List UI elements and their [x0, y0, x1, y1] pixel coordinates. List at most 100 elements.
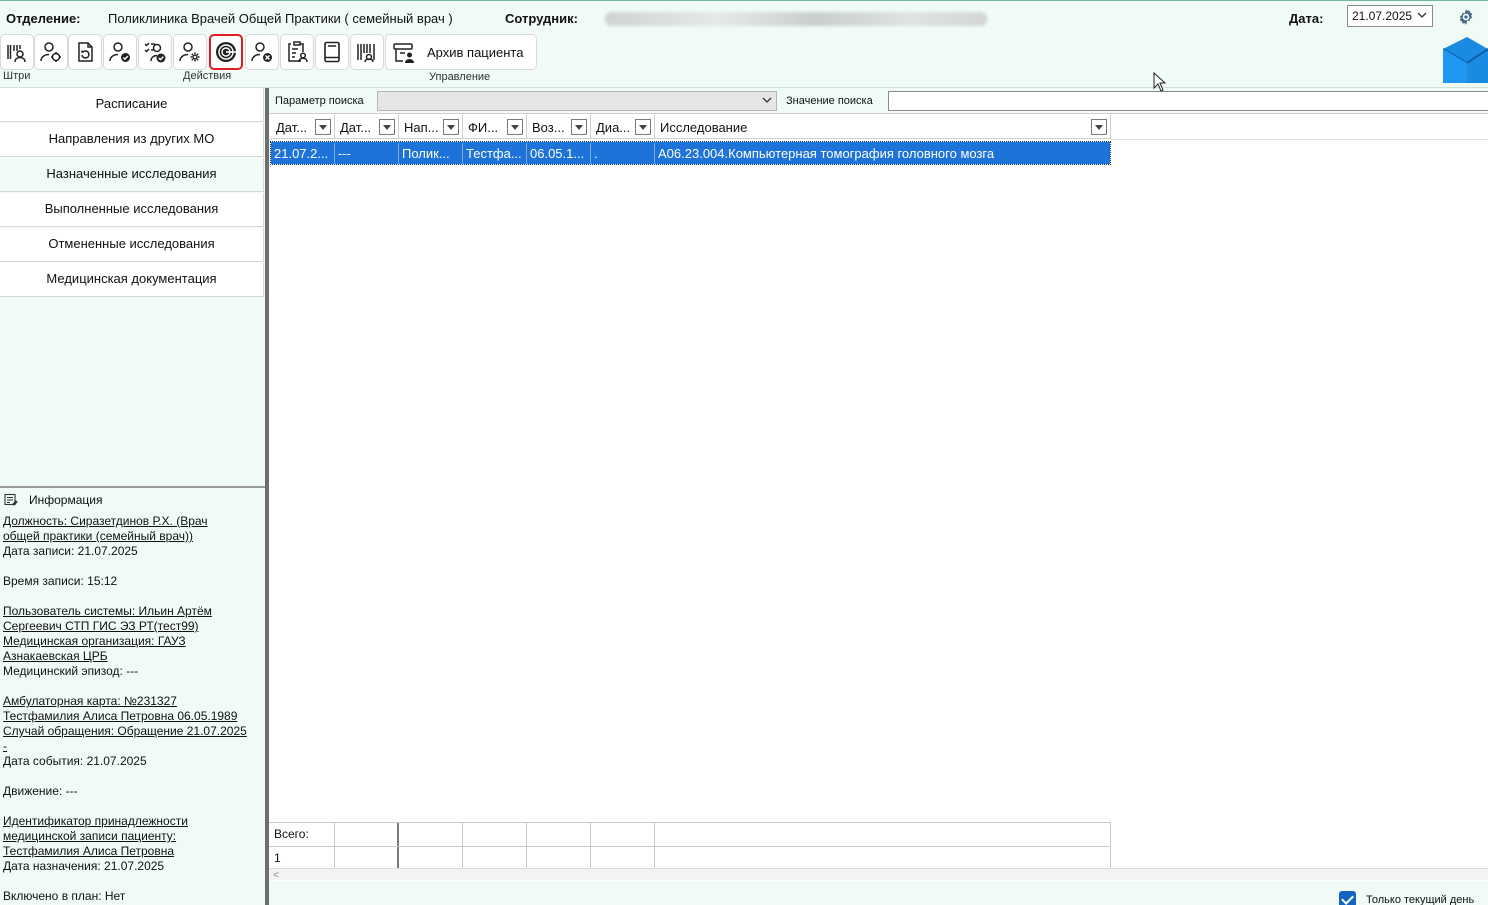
filter-icon[interactable] — [571, 119, 587, 135]
nav-item-referrals-other-mo[interactable]: Направления из других МО — [0, 123, 264, 157]
info-line[interactable]: Должность: Сиразетдинов Р.Х. (Врач — [3, 514, 208, 529]
user-cancel-button[interactable] — [245, 34, 279, 70]
nav-item-label: Расписание — [95, 96, 168, 111]
table-cell[interactable]: --- — [335, 143, 399, 164]
column-header-label: Дат... — [276, 120, 308, 135]
search-param-label: Параметр поиска — [275, 95, 364, 107]
clipboard-user-icon — [288, 41, 308, 63]
department-label: Отделение: — [6, 11, 81, 26]
info-line[interactable]: Случай обращения: Обращение 21.07.2025 — [3, 724, 247, 739]
total-count: 1 — [274, 851, 281, 865]
info-line[interactable]: Азнакаевская ЦРБ — [3, 649, 108, 664]
user-check-icon — [109, 42, 130, 62]
date-value: 21.07.2025 — [1352, 9, 1413, 23]
column-header[interactable]: Дат... — [271, 115, 335, 139]
employee-value-redacted — [605, 12, 987, 26]
user-check-button[interactable] — [103, 34, 137, 70]
info-line[interactable]: Медицинская организация: ГАУЗ — [3, 634, 186, 649]
info-line: Время записи: 15:12 — [3, 574, 118, 588]
nav-item-label: Медицинская документация — [46, 271, 217, 286]
nav-item-label: Отмененные исследования — [48, 236, 215, 251]
info-line[interactable]: Идентификатор принадлежности — [3, 814, 188, 829]
column-header[interactable]: Нап... — [399, 115, 463, 139]
today-only-label: Только текущий день — [1366, 894, 1475, 905]
table-cell[interactable]: Полик... — [399, 143, 463, 164]
column-header-label: Дат... — [340, 120, 372, 135]
toolbar-group-label: Действия — [183, 70, 232, 82]
horizontal-scrollbar[interactable]: < — [269, 868, 1488, 881]
table-cell[interactable]: 21.07.2... — [271, 143, 335, 164]
column-header-label: Нап... — [404, 120, 439, 135]
table-cell[interactable]: . — [591, 143, 655, 164]
department-value: Поликлиника Врачей Общей Практики ( семе… — [108, 11, 453, 26]
search-value-input[interactable] — [888, 91, 1488, 111]
search-param-select[interactable] — [377, 91, 777, 111]
column-header[interactable]: Диа... — [591, 115, 655, 139]
archive-user-icon — [393, 43, 414, 63]
column-header-label: Диа... — [596, 120, 631, 135]
info-line[interactable]: общей практики (семейный врач)) — [3, 529, 193, 544]
info-line: Дата записи: 21.07.2025 — [3, 544, 138, 558]
info-line[interactable]: Пользователь системы: Ильин Артём — [3, 604, 212, 619]
scroll-left-icon[interactable]: < — [273, 870, 279, 881]
barcode-scan-button[interactable] — [350, 34, 384, 70]
column-header[interactable]: Воз... — [527, 115, 591, 139]
nav-item-medical-documentation[interactable]: Медицинская документация — [0, 263, 264, 297]
book-button[interactable] — [315, 34, 349, 70]
info-line: Медицинский эпизод: --- — [3, 664, 139, 678]
column-header[interactable]: Исследование — [655, 115, 1111, 139]
info-line[interactable]: Тестфамилия Алиса Петровна — [3, 844, 174, 859]
document-refresh-icon — [78, 42, 93, 62]
main-panel: Параметр поиска Значение поиска Дат... Д… — [269, 88, 1488, 905]
nav-item-label: Назначенные исследования — [46, 166, 217, 181]
barcode-user-button[interactable] — [0, 34, 34, 70]
info-line[interactable]: медицинской записи пациенту: — [3, 829, 176, 844]
user-settings-button[interactable] — [173, 34, 207, 70]
nav-item-label: Направления из других МО — [48, 131, 215, 146]
filter-icon[interactable] — [635, 119, 651, 135]
filter-icon[interactable] — [315, 119, 331, 135]
gear-icon[interactable] — [1456, 7, 1476, 27]
totals-divider — [269, 846, 1111, 847]
filter-icon[interactable] — [1091, 119, 1107, 135]
nav-item-schedule[interactable]: Расписание — [0, 88, 264, 122]
table-cell[interactable]: Тестфа... — [463, 143, 527, 164]
info-line: Дата назначения: 21.07.2025 — [3, 859, 165, 873]
clipboard-user-button[interactable] — [280, 34, 314, 70]
mouse-cursor-icon — [1153, 72, 1167, 92]
user-list-check-button[interactable] — [138, 34, 172, 70]
column-header[interactable]: Дат... — [335, 115, 399, 139]
toolbar-group-label: Штри — [3, 70, 31, 82]
document-refresh-button[interactable] — [68, 34, 102, 70]
patient-archive-button[interactable]: Архив пациента — [385, 34, 537, 70]
filter-icon[interactable] — [443, 119, 459, 135]
info-line: Дата события: 21.07.2025 — [3, 754, 147, 768]
info-line[interactable]: Тестфамилия Алиса Петровна 06.05.1989 — [3, 709, 237, 724]
left-panel: Расписание Направления из других МО Назн… — [0, 88, 265, 905]
info-line[interactable]: Амбулаторная карта: №231327 — [3, 694, 177, 709]
today-only-checkbox[interactable] — [1339, 891, 1356, 905]
info-line[interactable]: - — [3, 739, 7, 754]
search-bar: Параметр поиска Значение поиска — [269, 88, 1488, 114]
info-divider[interactable] — [0, 486, 265, 488]
column-header[interactable]: ФИ... — [463, 115, 527, 139]
user-cancel-icon — [251, 42, 272, 62]
nav-item-cancelled-studies[interactable]: Отмененные исследования — [0, 228, 264, 262]
user-gear-button[interactable] — [34, 34, 68, 70]
app-logo-icon — [1443, 37, 1488, 83]
filter-icon[interactable] — [379, 119, 395, 135]
date-label: Дата: — [1289, 11, 1324, 26]
info-line: Движение: --- — [3, 784, 78, 798]
employee-label: Сотрудник: — [505, 11, 578, 26]
filter-icon[interactable] — [507, 119, 523, 135]
info-line[interactable]: Сергеевич СТП ГИС ЭЗ РТ(тест99) — [3, 619, 199, 634]
table-cell[interactable]: A06.23.004.Компьютерная томография голов… — [655, 143, 1110, 164]
target-button[interactable] — [209, 34, 243, 70]
date-picker[interactable]: 21.07.2025 — [1347, 5, 1433, 27]
table-cell[interactable]: 06.05.1... — [527, 143, 591, 164]
nav-item-assigned-studies[interactable]: Назначенные исследования — [0, 158, 264, 192]
chevron-down-icon — [1417, 12, 1427, 18]
chevron-down-icon — [762, 97, 772, 103]
info-line: Включено в план: Нет — [3, 889, 126, 903]
nav-item-completed-studies[interactable]: Выполненные исследования — [0, 193, 264, 227]
